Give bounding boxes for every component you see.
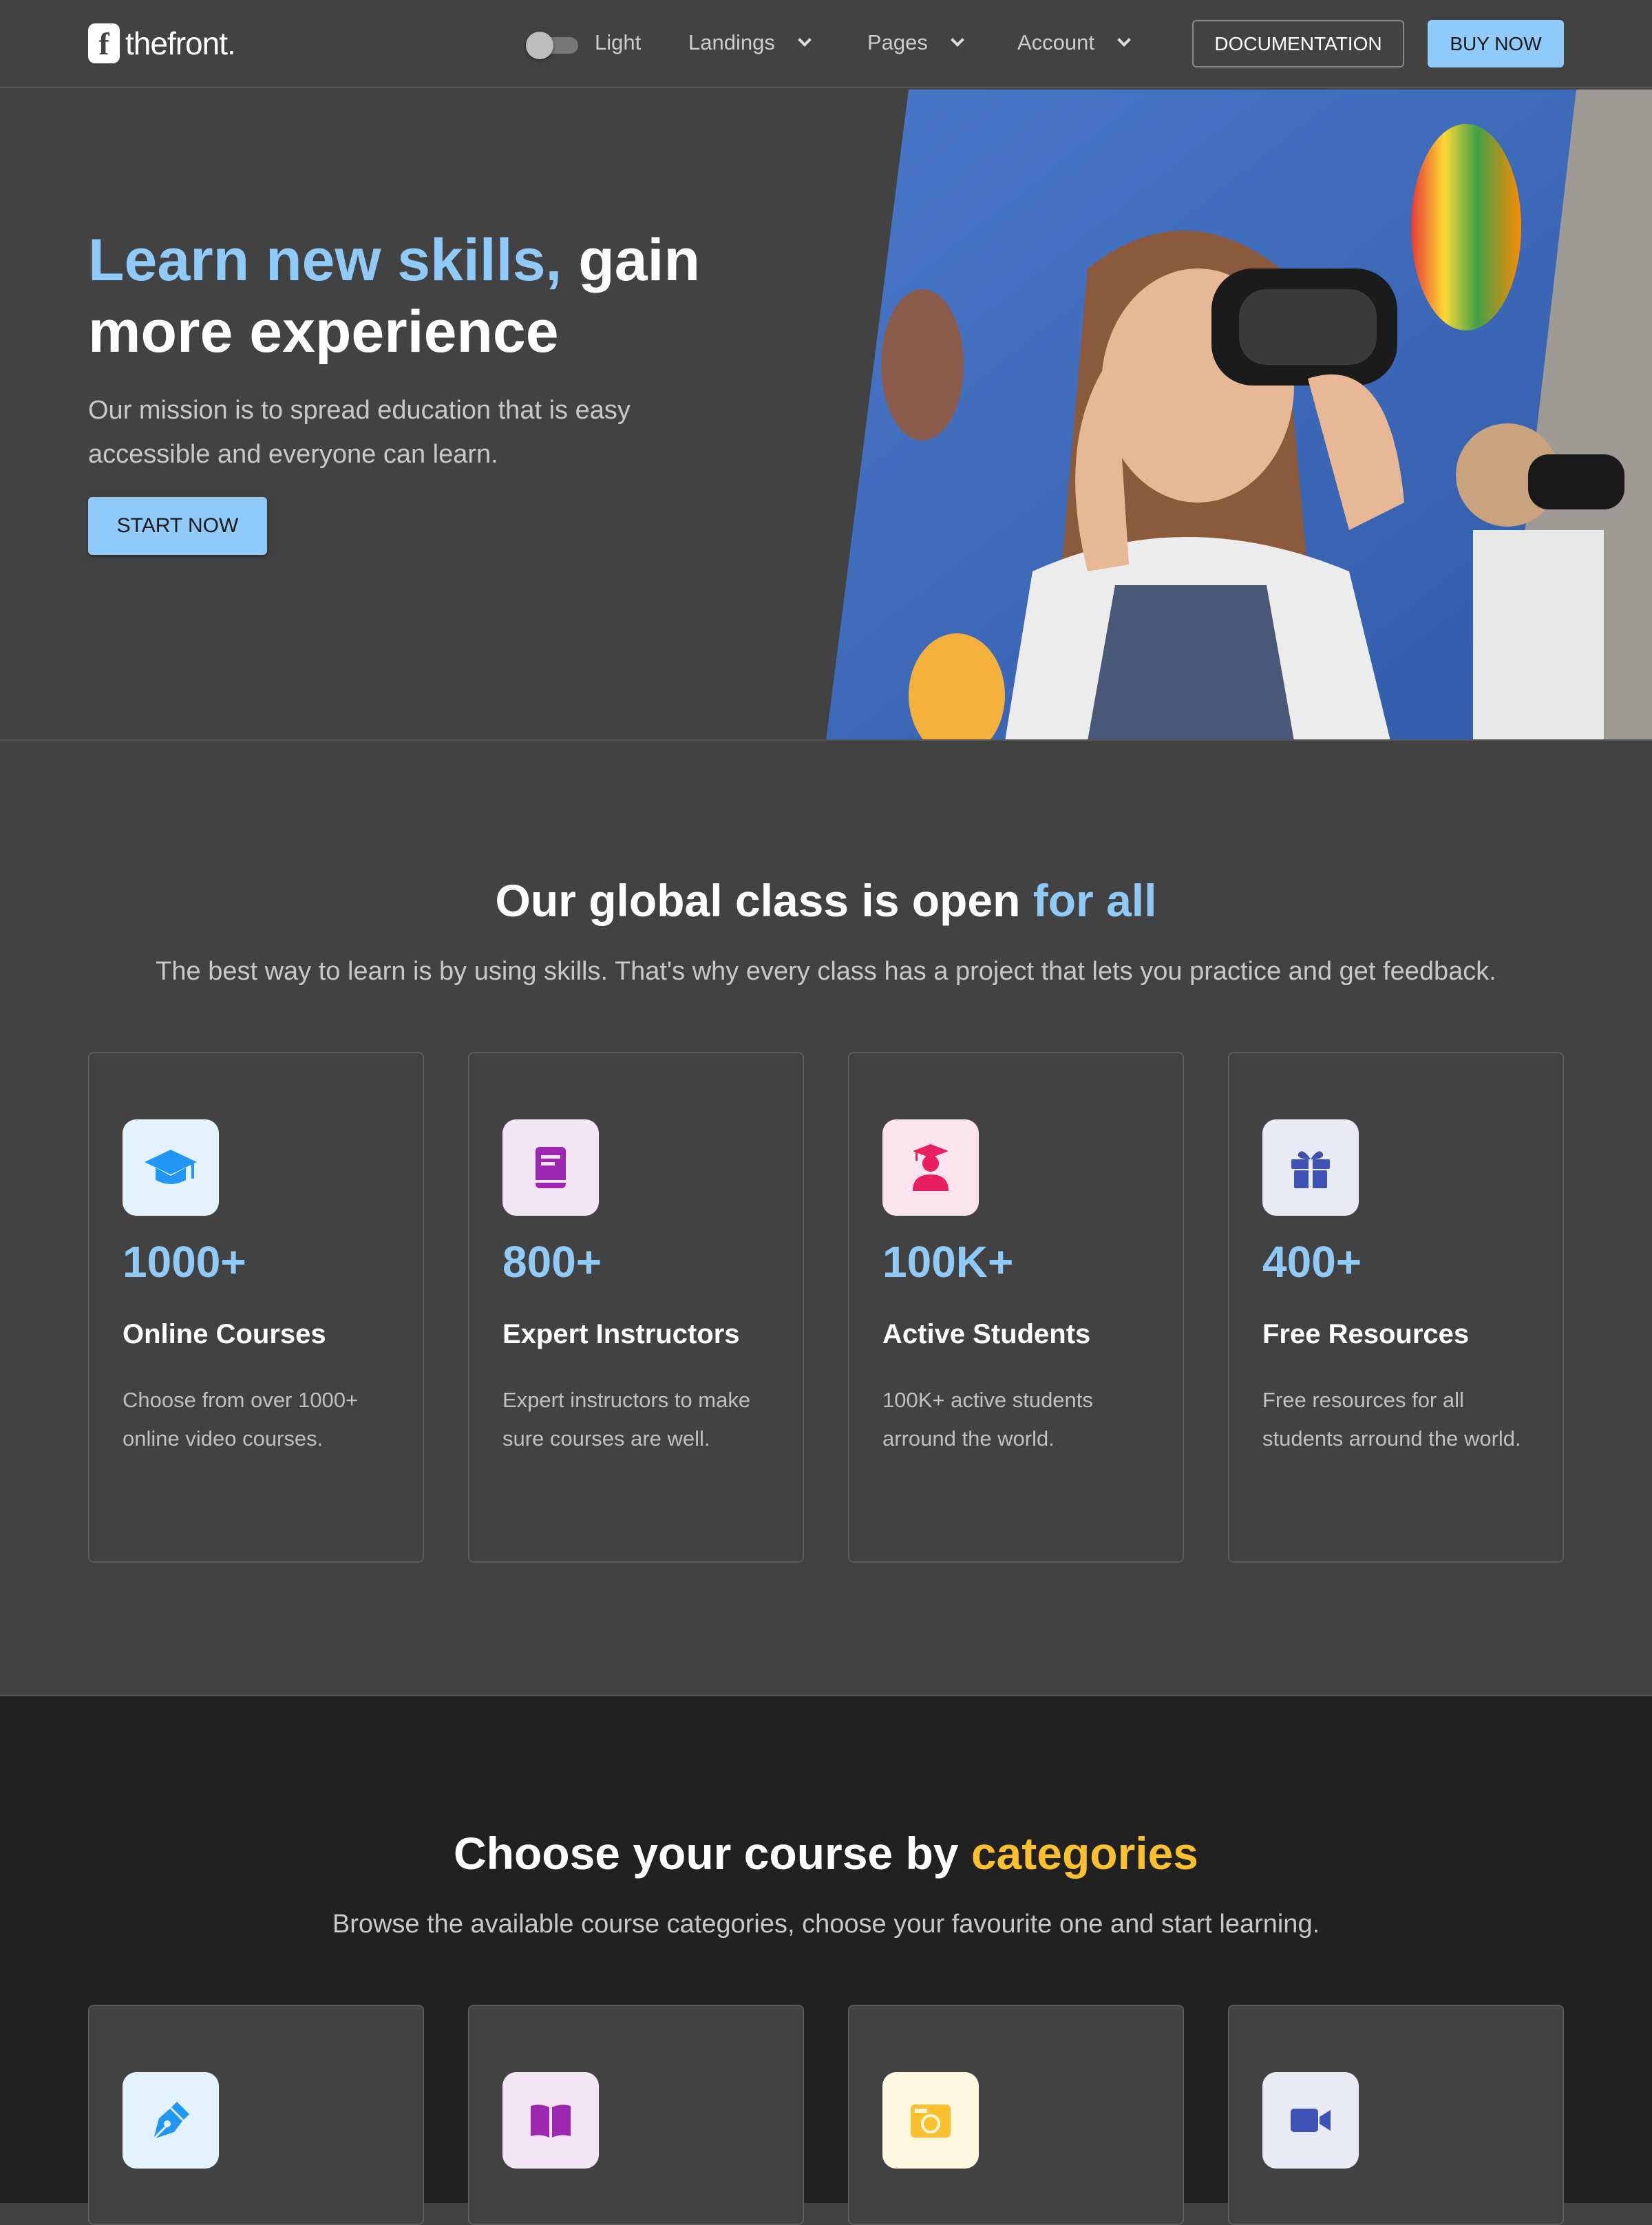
stat-number: 400+ [1262,1237,1362,1287]
category-card[interactable] [848,2005,1184,2225]
global-title-highlight: for all [1032,875,1157,926]
hero-subtitle: Our mission is to spread education that … [88,396,631,469]
nav-landings[interactable]: Landings [688,30,812,55]
stat-number: 100K+ [882,1237,1014,1287]
stat-description: Expert instructors to make sure courses … [502,1388,751,1451]
chevron-down-icon [1117,33,1131,47]
categories-title-highlight: categories [971,1828,1199,1879]
categories-title-plain: Choose your course by [453,1828,971,1879]
student-icon [882,1119,979,1216]
stat-title: Expert Instructors [502,1319,740,1349]
hero-image [826,89,1652,739]
theme-toggle-label: Light [595,30,642,54]
nav-pages-label: Pages [867,30,928,54]
stat-description: Free resources for all students arround … [1262,1388,1521,1451]
chevron-down-icon [797,33,812,47]
category-card[interactable] [468,2005,804,2225]
categories-section-subtitle: Browse the available course categories, … [332,1910,1320,1939]
category-card[interactable] [1228,2005,1564,2225]
nav-account[interactable]: Account [1017,30,1131,55]
toggle-thumb [526,32,553,59]
stat-title: Free Resources [1262,1319,1470,1349]
nav-pages[interactable]: Pages [867,30,964,55]
stat-title: Active Students [882,1319,1091,1349]
global-title-plain: Our global class is open [495,875,1033,926]
vr-students-photo [826,89,1652,739]
categories-section-title: Choose your course by categories [0,1827,1652,1879]
chevron-down-icon [951,33,964,47]
hero-section: Learn new skills, gain more experience O… [0,89,1652,741]
stat-card-online-courses: 1000+ Online Courses Choose from over 10… [88,1052,424,1563]
stat-description: Choose from over 1000+ online video cour… [123,1388,359,1451]
video-camera-icon [1262,2072,1359,2169]
stat-number: 800+ [502,1237,602,1287]
site-logo[interactable]: f thefront. [88,23,236,63]
gift-icon [1262,1119,1359,1216]
logo-mark-icon: f [88,23,120,63]
stat-number: 1000+ [123,1237,246,1287]
stat-description: 100K+ active students arround the world. [882,1388,1093,1451]
logo-text: thefront. [125,25,236,61]
stat-card-active-students: 100K+ Active Students 100K+ active stude… [848,1052,1184,1563]
hero-title-highlight: Learn new skills, [88,227,562,293]
book-icon [502,1119,599,1216]
global-section-title: Our global class is open for all [0,874,1652,927]
top-navigation-bar: f thefront. Light Landings Pages Account… [0,0,1652,88]
stat-title: Online Courses [123,1319,326,1349]
nav-account-label: Account [1017,30,1095,54]
start-now-button[interactable]: START NOW [88,497,267,555]
category-card[interactable] [88,2005,424,2225]
categories-section: Choose your course by categories Browse … [0,1695,1652,2225]
camera-icon [882,2072,979,2169]
global-section-subtitle: The best way to learn is by using skills… [156,957,1496,986]
graduation-cap-icon [123,1119,219,1216]
nav-landings-label: Landings [688,30,775,54]
stat-card-free-resources: 400+ Free Resources Free resources for a… [1228,1052,1564,1563]
theme-toggle-switch[interactable] [526,32,578,59]
hero-title: Learn new skills, gain more experience [88,224,708,368]
stat-card-expert-instructors: 800+ Expert Instructors Expert instructo… [468,1052,804,1563]
documentation-button[interactable]: DOCUMENTATION [1192,20,1404,67]
buy-now-button[interactable]: BUY NOW [1428,20,1564,67]
pen-nib-icon [123,2072,219,2169]
open-book-icon [502,2072,599,2169]
